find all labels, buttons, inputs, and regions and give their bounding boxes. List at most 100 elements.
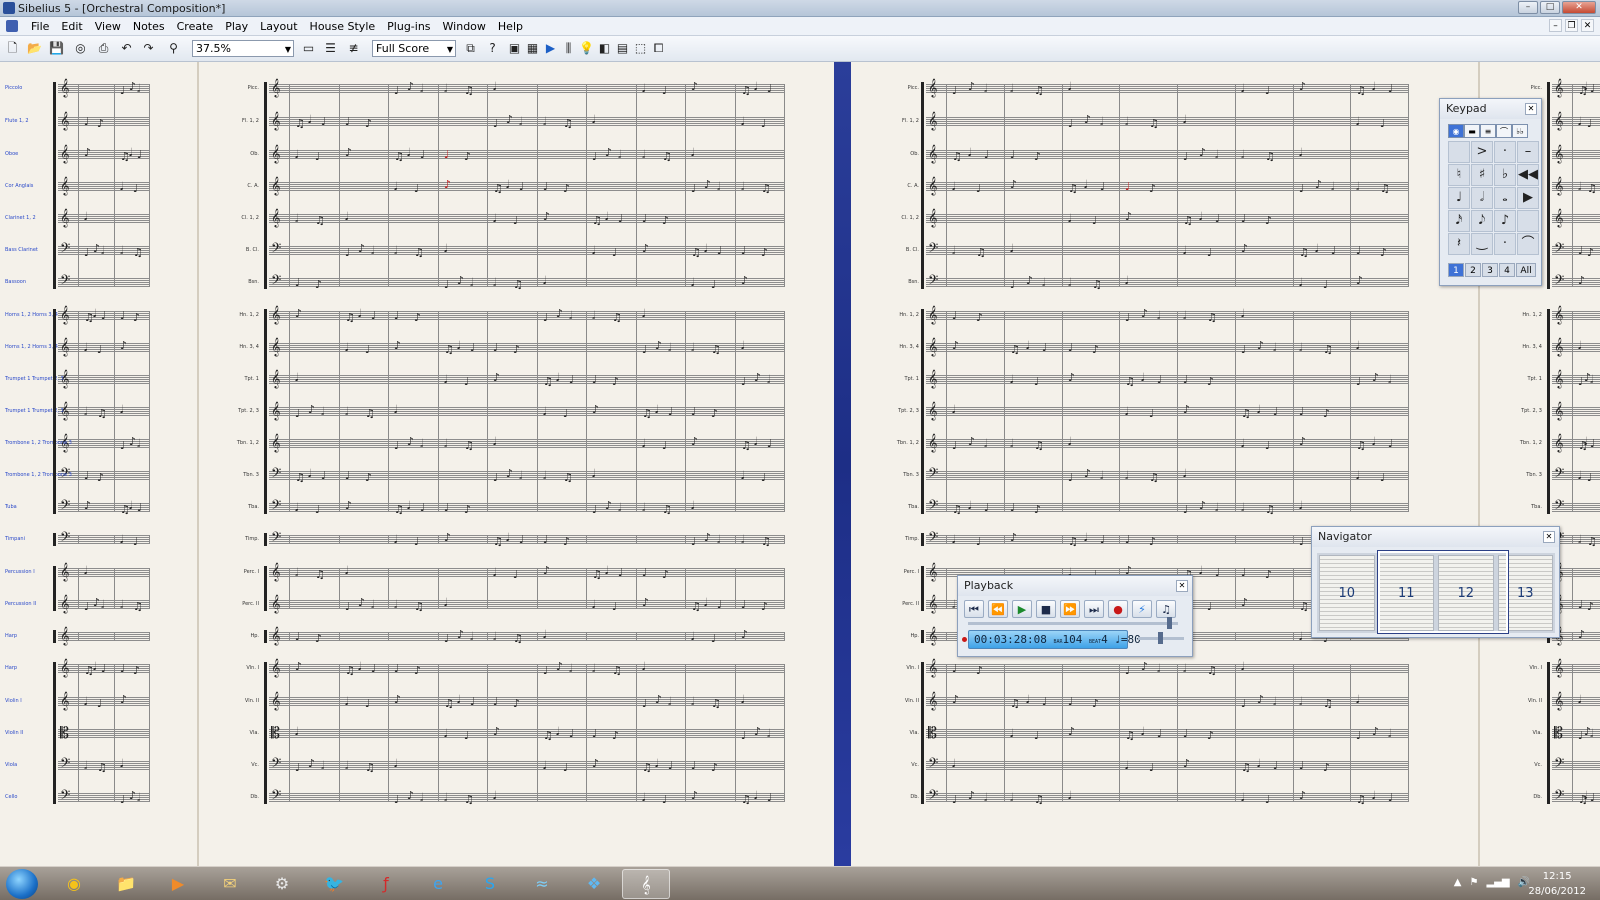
note[interactable]: 𝅘𝅥 (1084, 532, 1088, 543)
staff[interactable] (926, 761, 1408, 770)
note[interactable]: ♩ (711, 633, 716, 644)
note[interactable]: ♫ (711, 344, 721, 355)
staff[interactable] (58, 375, 149, 384)
note[interactable]: ♩ (414, 536, 419, 547)
staff[interactable] (58, 278, 149, 287)
note[interactable]: ♪ (1183, 404, 1190, 415)
note[interactable]: ♫ (1587, 536, 1597, 547)
note[interactable]: 𝅘𝅥 (444, 728, 448, 739)
keypad-key[interactable] (1448, 141, 1470, 163)
note[interactable]: 𝅘𝅥 (394, 181, 398, 192)
note[interactable]: ♩ (1068, 696, 1073, 707)
note[interactable]: ♫ (1241, 762, 1251, 773)
note[interactable]: ♩ (618, 213, 623, 224)
note[interactable]: 𝅘𝅥 (345, 211, 349, 222)
note[interactable]: ♪ (543, 565, 550, 576)
note[interactable]: ♩ (1323, 279, 1328, 290)
stop-button[interactable]: ■ (1036, 600, 1056, 618)
note[interactable]: ♩ (1356, 245, 1361, 256)
staff[interactable] (58, 568, 149, 577)
tray-arrow-icon[interactable]: ▲ (1454, 877, 1462, 888)
playback-position-slider[interactable] (968, 617, 1178, 629)
note[interactable]: 𝅘𝅥 (1315, 243, 1319, 254)
voice-3-button[interactable]: 3 (1482, 263, 1498, 277)
menu-notes[interactable]: Notes (127, 19, 171, 34)
new-document-icon[interactable]: 🗋 (4, 40, 21, 57)
note[interactable]: ♩ (1068, 342, 1073, 353)
note[interactable]: 𝅘𝅥 (84, 696, 88, 707)
note[interactable]: ♪ (1149, 536, 1156, 547)
note[interactable]: 𝅗𝅥 (519, 116, 523, 127)
note[interactable]: ♫ (493, 183, 503, 194)
note[interactable]: ♫ (1587, 183, 1597, 194)
staff[interactable] (269, 793, 784, 802)
note[interactable]: ♫ (612, 312, 622, 323)
note[interactable]: 𝅘𝅥 (754, 790, 758, 801)
staff[interactable] (926, 439, 1408, 448)
note[interactable]: ♪ (754, 372, 761, 383)
staves-icon[interactable]: ≢ (345, 40, 362, 57)
note[interactable]: ♩ (394, 663, 399, 674)
note[interactable]: ♩ (1590, 83, 1595, 94)
note[interactable]: ♪ (1068, 726, 1075, 737)
note[interactable]: ♪ (84, 500, 91, 511)
network-icon[interactable]: ▂▄▆ (1486, 877, 1509, 888)
note[interactable]: 𝅘𝅥 (493, 436, 497, 447)
staff[interactable] (269, 278, 784, 287)
note[interactable]: 𝅘𝅥 (493, 790, 497, 801)
note[interactable]: 𝅘𝅥 (506, 532, 510, 543)
note[interactable]: ♫ (1183, 215, 1193, 226)
note[interactable]: 𝅘𝅥 (691, 500, 695, 511)
note[interactable]: 𝅗𝅥 (691, 696, 695, 707)
note[interactable]: 𝅗𝅥 (1331, 181, 1335, 192)
note[interactable]: 𝅗𝅥 (1068, 277, 1072, 288)
note[interactable]: 𝅘𝅥 (655, 758, 659, 769)
note[interactable]: ♩ (976, 183, 981, 194)
note[interactable]: 𝅗𝅥 (120, 245, 124, 256)
note[interactable]: 𝅗𝅥 (984, 438, 988, 449)
note[interactable]: ♫ (1010, 344, 1020, 355)
note[interactable]: 𝅘𝅥 (1241, 792, 1245, 803)
note[interactable]: 𝅘𝅥 (1356, 694, 1360, 705)
note[interactable]: ♫ (711, 698, 721, 709)
note[interactable]: ♪ (1125, 211, 1132, 222)
note[interactable]: 𝅗𝅥 (101, 245, 105, 256)
note[interactable]: ♫ (394, 504, 404, 515)
note[interactable]: ♫ (1068, 183, 1078, 194)
note[interactable]: ♩ (711, 279, 716, 290)
note[interactable]: ♪ (704, 179, 711, 190)
note[interactable]: 𝅘𝅥 (543, 629, 547, 640)
note[interactable]: ♪ (97, 472, 104, 483)
keypad-key[interactable]: ♪ (1494, 210, 1516, 232)
note[interactable]: ♪ (120, 340, 127, 351)
note[interactable]: 𝅘𝅥 (444, 374, 448, 385)
note[interactable]: ♫ (464, 794, 474, 805)
note[interactable]: ♪ (394, 694, 401, 705)
note[interactable]: 𝅗𝅥 (444, 792, 448, 803)
note[interactable]: ♩ (1380, 118, 1385, 129)
note[interactable]: 𝅗𝅥 (1356, 181, 1360, 192)
note[interactable]: 𝅘𝅥 (592, 599, 596, 610)
document-icon[interactable] (6, 20, 18, 32)
score-page-3[interactable]: 𝄞 Picc. 𝄞 Fl. 1, 2 𝄞 Ob. 𝄞 C. A. 𝄞 Cl. 1, 2 𝄢 B. Cl… (851, 62, 1478, 866)
menu-create[interactable]: Create (171, 19, 220, 34)
note[interactable]: ♩ (984, 502, 989, 513)
note[interactable]: 𝅘𝅥 (295, 726, 299, 737)
note[interactable]: ♫ (315, 569, 325, 580)
note[interactable]: ♩ (315, 504, 320, 515)
note[interactable]: ♩ (345, 247, 350, 258)
note[interactable]: ♪ (295, 308, 302, 319)
note[interactable]: ♩ (563, 408, 568, 419)
note[interactable]: ♪ (444, 179, 451, 190)
note[interactable]: 𝅘𝅥 (129, 500, 133, 511)
note[interactable]: 𝅗𝅥 (1388, 728, 1392, 739)
note[interactable]: ♪ (1141, 661, 1148, 672)
note[interactable]: 𝅘𝅥 (1578, 470, 1582, 481)
menu-play[interactable]: Play (219, 19, 254, 34)
note[interactable]: 𝅘𝅥 (1241, 308, 1245, 319)
note[interactable]: ♪ (295, 661, 302, 672)
note[interactable]: 𝅗𝅥 (321, 406, 325, 417)
note[interactable]: ♩ (543, 665, 548, 676)
note[interactable]: ♩ (1299, 183, 1304, 194)
note[interactable]: 𝅗𝅥 (1183, 663, 1187, 674)
